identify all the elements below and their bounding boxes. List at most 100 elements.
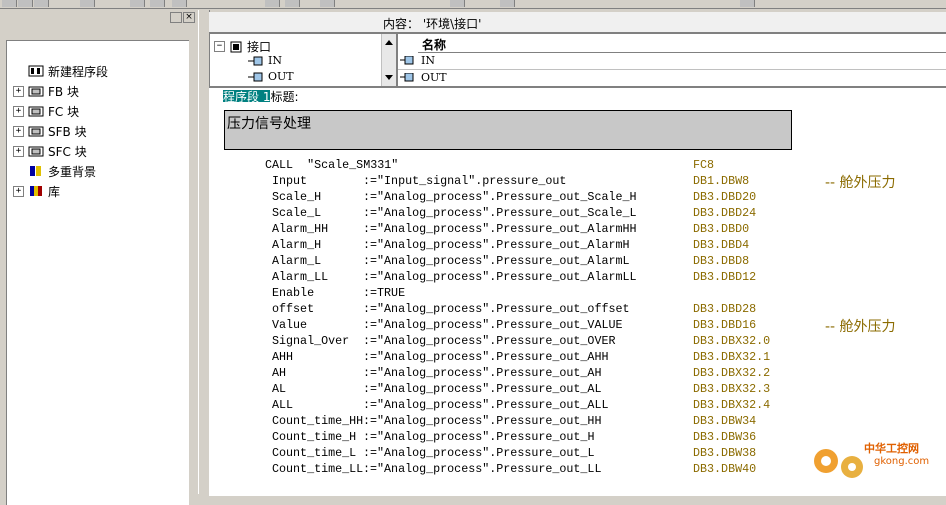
param-assignment[interactable]: :="Analog_process".Pressure_out_H xyxy=(356,430,594,444)
param-name[interactable]: offset xyxy=(272,302,314,316)
param-assignment[interactable]: :="Analog_process".Pressure_out_AHH xyxy=(363,350,608,364)
content-path: 内容： '环境\接口' xyxy=(383,17,482,31)
dropdown-icon[interactable] xyxy=(170,12,182,23)
interface-out-label: OUT xyxy=(268,70,294,83)
interface-in[interactable]: IN xyxy=(248,54,282,67)
param-name[interactable]: Count_time_H xyxy=(272,430,356,444)
param-assignment[interactable]: :="Analog_process".Pressure_out_AlarmL xyxy=(363,254,630,268)
param-assignment[interactable]: :="Analog_process".Pressure_out_AH xyxy=(363,366,601,380)
network-title[interactable]: 程序段 1标题: xyxy=(223,88,299,102)
param-name[interactable]: Alarm_LL xyxy=(272,270,328,284)
tree-item[interactable]: + 库 xyxy=(13,183,60,199)
param-name[interactable]: Signal_Over xyxy=(272,334,349,348)
open-icon[interactable] xyxy=(18,0,33,7)
interface-root-label: 接口 xyxy=(247,40,272,54)
param-assignment[interactable]: :="Analog_process".Pressure_out_Scale_H xyxy=(363,190,637,204)
param-assignment[interactable]: :="Analog_process".Pressure_out_AlarmH xyxy=(363,238,630,252)
paste-icon[interactable] xyxy=(172,0,187,7)
tree-item[interactable]: + FC 块 xyxy=(13,103,79,119)
param-address: DB3.DBD28 xyxy=(693,302,757,316)
param-assignment[interactable]: :="Analog_process".Pressure_out_Scale_L xyxy=(363,206,637,220)
param-name[interactable]: Input xyxy=(272,174,307,188)
fc-block-icon xyxy=(28,106,44,117)
undo-icon[interactable] xyxy=(265,0,280,7)
scroll-up-icon[interactable] xyxy=(385,40,393,45)
help-icon[interactable] xyxy=(740,0,755,7)
interface-scrollbar[interactable] xyxy=(381,34,396,86)
call-address: FC8 xyxy=(693,158,715,172)
overview-icon[interactable] xyxy=(450,0,465,7)
param-name[interactable]: AHH xyxy=(272,350,293,364)
row-name: OUT xyxy=(421,71,447,84)
detail-icon[interactable] xyxy=(500,0,515,7)
network-comment-box[interactable]: 压力信号处理 xyxy=(224,110,792,150)
interface-tree: − 接口 IN OUT xyxy=(209,33,397,87)
call-statement[interactable]: CALL "Scale_SM331" xyxy=(265,158,398,172)
tree-item[interactable]: 新建程序段 xyxy=(13,63,108,79)
names-column-header[interactable]: 名称 xyxy=(418,34,946,53)
param-name[interactable]: Scale_L xyxy=(272,206,321,220)
param-assignment[interactable]: :="Analog_process".Pressure_out_HH xyxy=(363,414,601,428)
tree-item[interactable]: + SFC 块 xyxy=(13,143,87,159)
param-name[interactable]: Value xyxy=(272,318,307,332)
collapse-icon[interactable]: − xyxy=(214,41,225,52)
watermark-text: 中华工控网 xyxy=(864,442,919,455)
sfc-block-icon xyxy=(28,146,44,157)
param-name[interactable]: Scale_H xyxy=(272,190,321,204)
param-assignment[interactable]: :="Analog_process".Pressure_out_VALUE xyxy=(363,318,623,332)
print-icon[interactable] xyxy=(80,0,95,7)
param-assignment[interactable]: :="Analog_process".Pressure_out_AlarmLL xyxy=(363,270,637,284)
param-assignment[interactable]: :="Input_signal".pressure_out xyxy=(363,174,566,188)
param-name[interactable]: Count_time_L xyxy=(272,446,356,460)
param-name[interactable]: Alarm_HH xyxy=(272,222,328,236)
param-address: DB3.DBW34 xyxy=(693,414,757,428)
param-name[interactable]: Alarm_H xyxy=(272,238,321,252)
param-name[interactable]: Count_time_LL xyxy=(272,462,363,476)
param-assignment[interactable]: :="Analog_process".Pressure_out_LL xyxy=(363,462,601,476)
param-name[interactable]: Count_time_HH xyxy=(272,414,363,428)
save-icon[interactable] xyxy=(34,0,49,7)
expand-icon[interactable]: + xyxy=(13,145,24,157)
param-address: DB3.DBW38 xyxy=(693,446,757,460)
expand-icon[interactable]: + xyxy=(13,185,24,197)
scroll-down-icon[interactable] xyxy=(385,75,393,80)
close-icon[interactable]: × xyxy=(183,12,195,23)
download-icon[interactable] xyxy=(320,0,335,7)
tree-item[interactable]: + FB 块 xyxy=(13,83,79,99)
tree-item-label: FC 块 xyxy=(48,104,80,119)
cut-icon[interactable] xyxy=(130,0,145,7)
param-name[interactable]: Enable xyxy=(272,286,314,300)
panel-header: × xyxy=(0,10,198,24)
param-name[interactable]: Alarm_L xyxy=(272,254,321,268)
table-row[interactable]: OUT xyxy=(398,70,946,87)
param-assignment[interactable]: :="Analog_process".Pressure_out_L xyxy=(356,446,594,460)
param-name[interactable]: AL xyxy=(272,382,286,396)
param-assignment[interactable]: :=TRUE xyxy=(363,286,405,300)
param-assignment[interactable]: :="Analog_process".Pressure_out_ALL xyxy=(363,398,608,412)
param-assignment[interactable]: :="Analog_process".Pressure_out_offset xyxy=(363,302,630,316)
interface-names-table: 名称 IN OUT xyxy=(397,33,946,87)
expand-icon[interactable]: + xyxy=(13,105,24,117)
catalog-tree: 新建程序段 + FB 块 + FC 块 + SFB 块 + SFC 块多重背景 + 库 xyxy=(6,40,189,505)
param-assignment[interactable]: :="Analog_process".Pressure_out_OVER xyxy=(363,334,616,348)
param-name[interactable]: AH xyxy=(272,366,286,380)
expand-icon[interactable]: + xyxy=(13,125,24,137)
table-row[interactable]: IN xyxy=(398,53,946,70)
tree-item-label: SFB 块 xyxy=(48,124,87,139)
copy-icon[interactable] xyxy=(150,0,165,7)
interface-in-label: IN xyxy=(268,54,282,67)
param-assignment[interactable]: :="Analog_process".Pressure_out_AL xyxy=(363,382,601,396)
param-name[interactable]: ALL xyxy=(272,398,293,412)
param-address: DB3.DBW36 xyxy=(693,430,757,444)
monitor-icon[interactable] xyxy=(285,0,300,7)
fb-block-icon xyxy=(28,86,44,97)
tree-item[interactable]: 多重背景 xyxy=(13,163,96,179)
tree-item-label: 库 xyxy=(48,184,61,199)
param-address: DB3.DBX32.2 xyxy=(693,366,771,380)
interface-out[interactable]: OUT xyxy=(248,70,294,83)
interface-root[interactable]: − 接口 xyxy=(214,38,271,55)
expand-icon[interactable]: + xyxy=(13,85,24,97)
tree-item[interactable]: + SFB 块 xyxy=(13,123,87,139)
param-assignment[interactable]: :="Analog_process".Pressure_out_AlarmHH xyxy=(363,222,637,236)
new-icon[interactable] xyxy=(2,0,17,7)
